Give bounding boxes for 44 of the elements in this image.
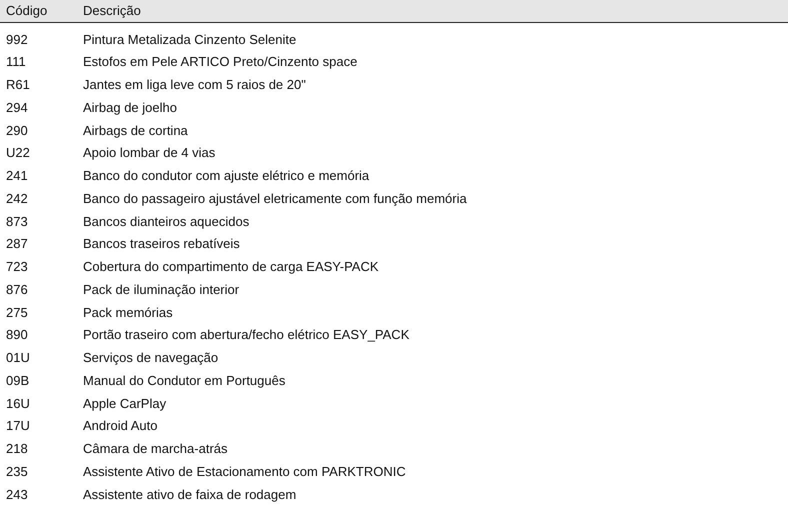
description-cell-text: Bancos dianteiros aquecidos (83, 212, 250, 231)
description-cell-text: Airbag de joelho (83, 98, 177, 117)
code-cell-text: 16U (5, 394, 31, 413)
description-cell-text: Bancos traseiros rebatíveis (83, 235, 240, 254)
code-cell-text: 294 (5, 98, 29, 117)
description-cell-text: Apoio lombar de 4 vias (83, 144, 216, 162)
description-cell-text: Apple CarPlay (83, 394, 166, 413)
code-cell-text: 01U (5, 349, 31, 368)
code-cell-text: 287 (5, 235, 29, 254)
description-cell-text: Cobertura do compartimento de carga EASY-PACK (83, 258, 379, 276)
description-cell-text: Android Auto (83, 417, 158, 436)
code-cell-text: 275 (5, 304, 29, 322)
description-cell-text: Banco do condutor com ajuste elétrico e memória (83, 167, 370, 186)
code-cell-text: 992 (5, 30, 29, 49)
description-cell-text: Manual do Condutor em Português (83, 372, 286, 390)
code-cell-text: 873 (5, 212, 29, 231)
code-cell-text: 241 (5, 167, 29, 186)
code-cell-text: U22 (5, 144, 31, 162)
description-cell-text: Pack de iluminação interior (83, 280, 240, 299)
description-cell-text: Assistente ativo de faixa de rodagem (83, 486, 296, 504)
code-cell-text: 876 (5, 280, 29, 299)
code-cell-text: 111 (5, 53, 27, 72)
code-cell-text: 890 (5, 326, 29, 344)
description-cell-text: Airbags de cortina (83, 122, 188, 140)
description-cell-text: Serviços de navegação (83, 349, 218, 368)
code-cell-text: 235 (5, 462, 29, 481)
code-cell-text: 17U (5, 417, 31, 436)
description-cell-text: Pintura Metalizada Cinzento Selenite (83, 30, 296, 49)
column-header: Descrição (83, 2, 141, 20)
description-cell-text: Pack memórias (83, 304, 173, 322)
description-cell-text: Portão traseiro com abertura/fecho elétrico EASY_PACK (83, 326, 410, 344)
code-cell-text: 290 (5, 122, 29, 140)
description-cell-text: Câmara de marcha-atrás (83, 440, 228, 458)
description-cell-text: Estofos em Pele ARTICO Preto/Cinzento space (83, 53, 358, 72)
code-cell-text: 218 (5, 440, 29, 458)
code-cell-text: 243 (5, 486, 29, 504)
description-cell-text: Assistente Ativo de Estacionamento com PARKTRONIC (83, 462, 406, 481)
description-cell-text: Banco do passageiro ajustável eletricamente com função memória (83, 190, 467, 208)
code-cell-text: 723 (5, 258, 29, 276)
code-cell-text: 242 (5, 190, 29, 208)
code-cell-text: R61 (5, 76, 31, 94)
description-cell-text: Jantes em liga leve com 5 raios de 20" (83, 76, 306, 94)
column-header: Código (5, 2, 48, 20)
code-cell-text: 09B (5, 372, 30, 390)
